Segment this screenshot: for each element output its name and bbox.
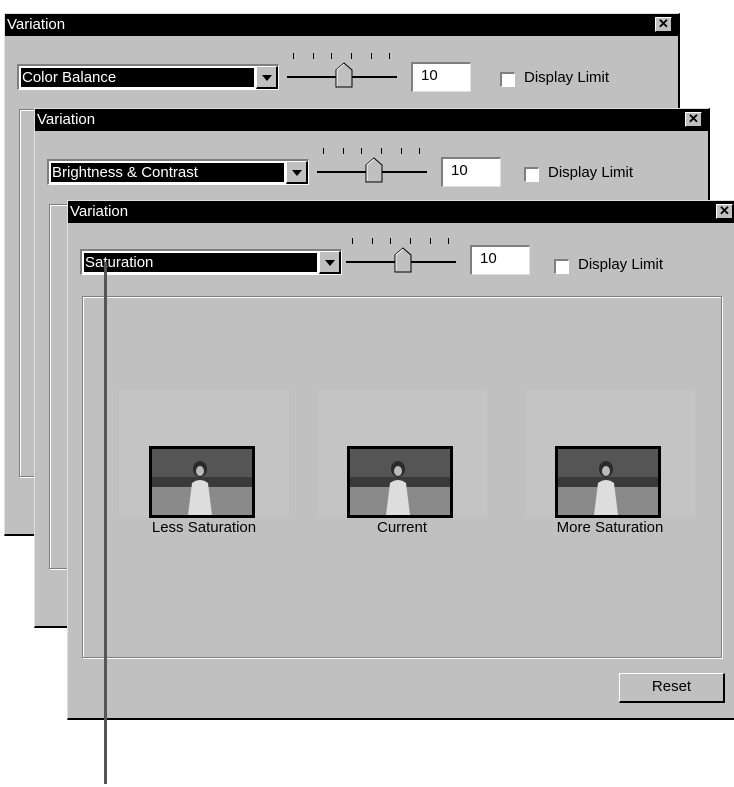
slider-tick [371, 53, 372, 59]
preview-photo-more[interactable] [555, 446, 661, 518]
variation-caption-less: Less Saturation [151, 519, 257, 536]
portrait-image [152, 449, 252, 515]
variation-caption-more: More Saturation [556, 519, 664, 536]
slider-tick [343, 148, 344, 154]
slider-tick [410, 238, 411, 244]
slider-tick [352, 238, 353, 244]
reset-button[interactable]: Reset [619, 673, 725, 703]
variation-slider[interactable] [283, 48, 401, 92]
mode-dropdown-value: Saturation [84, 253, 317, 272]
mode-dropdown-value: Brightness & Contrast [51, 163, 284, 182]
slider-thumb[interactable] [394, 247, 412, 273]
close-icon[interactable]: ✕ [655, 17, 672, 32]
title-bar[interactable]: Variation ✕ [5, 14, 678, 36]
portrait-image [350, 449, 450, 515]
close-icon[interactable]: ✕ [716, 204, 733, 219]
mode-dropdown[interactable]: Saturation [80, 249, 342, 275]
slider-tick [448, 238, 449, 244]
slider-tick [389, 53, 390, 59]
slider-tick [430, 238, 431, 244]
display-limit-checkbox[interactable] [524, 167, 539, 182]
callout-line [104, 262, 107, 784]
variation-slider[interactable] [313, 143, 431, 187]
slider-tick [323, 148, 324, 154]
mode-dropdown[interactable]: Color Balance [17, 64, 279, 90]
display-limit-label: Display Limit [524, 69, 610, 86]
slider-tick [313, 53, 314, 59]
chevron-down-icon[interactable] [286, 161, 308, 184]
variation-amount-input[interactable]: 10 [411, 62, 471, 92]
preview-photo-less[interactable] [149, 446, 255, 518]
variation-window-saturation: Variation ✕ Saturation 10 Display Limit [67, 200, 734, 720]
window-title: Variation [7, 16, 66, 33]
variation-cell-less[interactable]: Less Saturation [119, 389, 289, 536]
display-limit-checkbox[interactable] [500, 72, 515, 87]
variation-amount-input[interactable]: 10 [470, 245, 530, 275]
variation-preview-panel: Less Saturation Current More Saturation [82, 296, 722, 658]
variation-cell-current[interactable]: Current [317, 389, 487, 536]
variation-amount-input[interactable]: 10 [441, 157, 501, 187]
window-title: Variation [70, 203, 129, 220]
title-bar[interactable]: Variation ✕ [35, 109, 708, 131]
variation-caption-current: Current [376, 519, 428, 536]
slider-thumb[interactable] [365, 157, 383, 183]
slider-tick [361, 148, 362, 154]
slider-tick [390, 238, 391, 244]
slider-thumb[interactable] [335, 62, 353, 88]
slider-tick [293, 53, 294, 59]
chevron-down-icon[interactable] [256, 66, 278, 89]
close-icon[interactable]: ✕ [685, 112, 702, 127]
mode-dropdown-value: Color Balance [21, 68, 254, 87]
slider-tick [381, 148, 382, 154]
slider-tick [372, 238, 373, 244]
display-limit-label: Display Limit [578, 256, 664, 273]
slider-tick [401, 148, 402, 154]
slider-tick [351, 53, 352, 59]
variation-slider[interactable] [342, 233, 460, 277]
slider-tick [331, 53, 332, 59]
mode-dropdown[interactable]: Brightness & Contrast [47, 159, 309, 185]
chevron-down-icon[interactable] [319, 251, 341, 274]
preview-photo-current[interactable] [347, 446, 453, 518]
display-limit-label: Display Limit [548, 164, 634, 181]
portrait-image [558, 449, 658, 515]
title-bar[interactable]: Variation ✕ [68, 201, 734, 223]
window-title: Variation [37, 111, 96, 128]
display-limit-checkbox[interactable] [554, 259, 569, 274]
slider-tick [419, 148, 420, 154]
variation-cell-more[interactable]: More Saturation [525, 389, 695, 536]
